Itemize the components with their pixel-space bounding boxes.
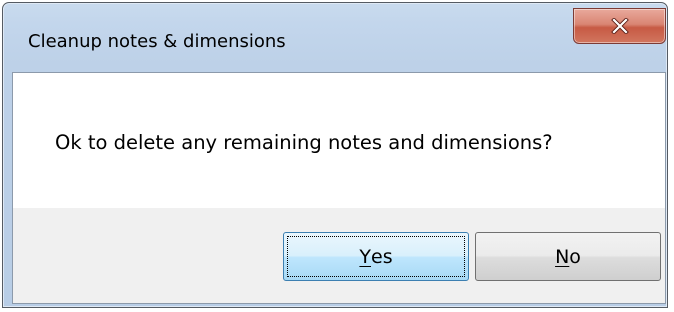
no-mnemonic: N <box>555 245 570 268</box>
close-button[interactable] <box>573 8 666 44</box>
no-button[interactable]: No <box>475 232 661 281</box>
button-bar: Yes No <box>13 208 665 303</box>
yes-button[interactable]: Yes <box>283 232 469 281</box>
close-icon <box>610 18 629 34</box>
dialog-message: Ok to delete any remaining notes and dim… <box>55 131 553 154</box>
dialog-body: Ok to delete any remaining notes and dim… <box>12 72 666 304</box>
dialog-window: Cleanup notes & dimensions Ok to delete … <box>2 2 668 308</box>
no-label-rest: o <box>569 245 581 268</box>
dialog-title: Cleanup notes & dimensions <box>28 31 286 52</box>
message-area: Ok to delete any remaining notes and dim… <box>13 73 665 208</box>
yes-mnemonic: Y <box>359 245 371 268</box>
yes-label-rest: es <box>371 245 393 268</box>
